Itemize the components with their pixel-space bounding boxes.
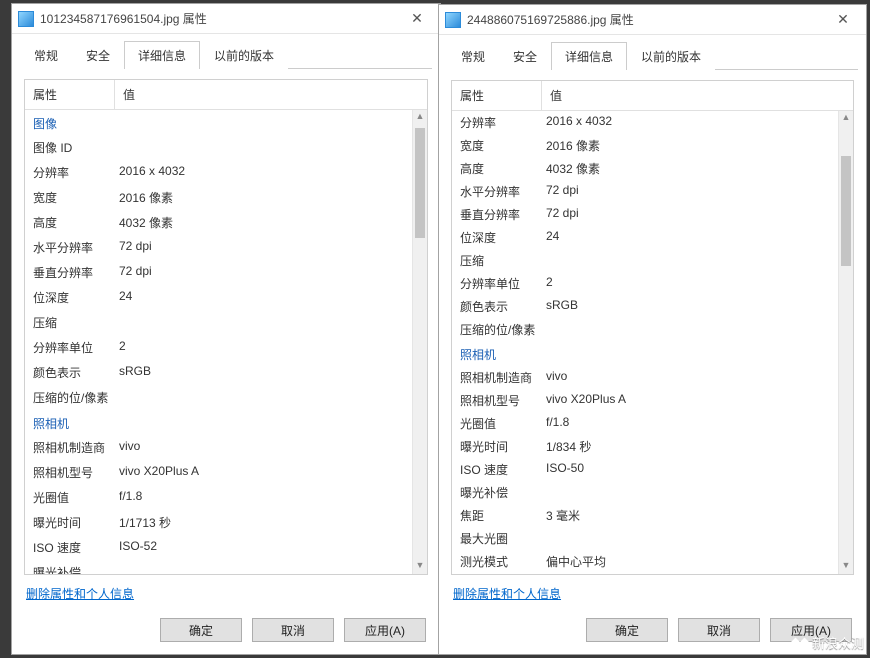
row-width[interactable]: 宽度2016 像素 (452, 134, 838, 157)
row-max-aperture[interactable]: 最大光圈 (452, 527, 838, 550)
row-camera-model[interactable]: 照相机型号vivo X20Plus A (25, 460, 412, 485)
remove-properties-row: 删除属性和个人信息 (451, 575, 854, 612)
remove-properties-link[interactable]: 删除属性和个人信息 (453, 587, 561, 601)
row-h-res[interactable]: 水平分辨率72 dpi (25, 235, 412, 260)
row-fstop[interactable]: 光圈值f/1.8 (452, 412, 838, 435)
row-bit-depth[interactable]: 位深度24 (452, 226, 838, 249)
row-resolution[interactable]: 分辨率2016 x 4032 (452, 111, 838, 134)
button-bar: 确定 取消 应用(A) (24, 612, 428, 646)
row-v-res[interactable]: 垂直分辨率72 dpi (25, 260, 412, 285)
tab-previous-versions[interactable]: 以前的版本 (200, 41, 288, 69)
row-image-id[interactable]: 图像 ID (25, 135, 412, 160)
row-height[interactable]: 高度4032 像素 (452, 157, 838, 180)
row-compressed-bits[interactable]: 压缩的位/像素 (452, 318, 838, 341)
row-color-rep[interactable]: 颜色表示sRGB (25, 360, 412, 385)
scroll-down-icon[interactable]: ▼ (839, 559, 853, 574)
grid-header: 属性 值 (25, 80, 427, 110)
tab-general[interactable]: 常规 (447, 42, 499, 70)
row-fstop[interactable]: 光圈值f/1.8 (25, 485, 412, 510)
remove-properties-row: 删除属性和个人信息 (24, 575, 428, 612)
scroll-thumb[interactable] (415, 128, 425, 238)
remove-properties-link[interactable]: 删除属性和个人信息 (26, 587, 134, 601)
row-bit-depth[interactable]: 位深度24 (25, 285, 412, 310)
tab-details[interactable]: 详细信息 (124, 41, 200, 69)
scroll-down-icon[interactable]: ▼ (413, 559, 427, 574)
tab-body: 属性 值 分辨率2016 x 4032 宽度2016 像素 高度4032 像素 … (439, 70, 866, 654)
titlebar[interactable]: 101234587176961504.jpg 属性 ✕ (12, 4, 440, 34)
row-iso[interactable]: ISO 速度ISO-52 (25, 535, 412, 560)
cancel-button[interactable]: 取消 (678, 618, 760, 642)
row-h-res[interactable]: 水平分辨率72 dpi (452, 180, 838, 203)
tab-previous-versions[interactable]: 以前的版本 (627, 42, 715, 70)
tab-body: 属性 值 图像 图像 ID 分辨率2016 x 4032 宽度2016 像素 高… (12, 69, 440, 654)
row-camera-model[interactable]: 照相机型号vivo X20Plus A (452, 389, 838, 412)
row-width[interactable]: 宽度2016 像素 (25, 185, 412, 210)
row-compressed-bits[interactable]: 压缩的位/像素 (25, 385, 412, 410)
properties-dialog-left: 101234587176961504.jpg 属性 ✕ 常规 安全 详细信息 以… (11, 3, 441, 655)
tab-details[interactable]: 详细信息 (551, 42, 627, 70)
header-property[interactable]: 属性 (25, 80, 115, 109)
details-grid: 属性 值 分辨率2016 x 4032 宽度2016 像素 高度4032 像素 … (451, 80, 854, 575)
close-button[interactable]: ✕ (400, 7, 434, 31)
file-icon (445, 12, 461, 28)
row-exposure-time[interactable]: 曝光时间1/1713 秒 (25, 510, 412, 535)
tab-security[interactable]: 安全 (72, 41, 124, 69)
row-compression[interactable]: 压缩 (25, 310, 412, 335)
row-focal-length[interactable]: 焦距3 毫米 (452, 504, 838, 527)
row-exposure-bias[interactable]: 曝光补偿 (452, 481, 838, 504)
cancel-button[interactable]: 取消 (252, 618, 334, 642)
window-title: 244886075169725886.jpg 属性 (467, 11, 826, 28)
apply-button[interactable]: 应用(A) (344, 618, 426, 642)
row-v-res[interactable]: 垂直分辨率72 dpi (452, 203, 838, 226)
tab-bar: 常规 安全 详细信息 以前的版本 (439, 35, 866, 70)
details-grid: 属性 值 图像 图像 ID 分辨率2016 x 4032 宽度2016 像素 高… (24, 79, 428, 575)
row-resolution[interactable]: 分辨率2016 x 4032 (25, 160, 412, 185)
grid-body: 分辨率2016 x 4032 宽度2016 像素 高度4032 像素 水平分辨率… (452, 111, 853, 574)
scrollbar[interactable]: ▲ ▼ (412, 110, 427, 574)
tab-bar: 常规 安全 详细信息 以前的版本 (12, 34, 440, 69)
apply-button[interactable]: 应用(A) (770, 618, 852, 642)
close-button[interactable]: ✕ (826, 8, 860, 32)
titlebar[interactable]: 244886075169725886.jpg 属性 ✕ (439, 5, 866, 35)
header-value[interactable]: 值 (115, 80, 427, 109)
scroll-up-icon[interactable]: ▲ (413, 110, 427, 125)
file-icon (18, 11, 34, 27)
section-camera: 照相机 (452, 341, 838, 366)
button-bar: 确定 取消 应用(A) (451, 612, 854, 646)
row-camera-maker[interactable]: 照相机制造商vivo (25, 435, 412, 460)
header-property[interactable]: 属性 (452, 81, 542, 110)
row-res-unit[interactable]: 分辨率单位2 (452, 272, 838, 295)
properties-dialog-right: 244886075169725886.jpg 属性 ✕ 常规 安全 详细信息 以… (438, 4, 867, 655)
scroll-thumb[interactable] (841, 156, 851, 266)
ok-button[interactable]: 确定 (586, 618, 668, 642)
window-title: 101234587176961504.jpg 属性 (40, 10, 400, 27)
grid-body: 图像 图像 ID 分辨率2016 x 4032 宽度2016 像素 高度4032… (25, 110, 427, 574)
section-image: 图像 (25, 110, 412, 135)
tab-security[interactable]: 安全 (499, 42, 551, 70)
grid-header: 属性 值 (452, 81, 853, 111)
row-iso[interactable]: ISO 速度ISO-50 (452, 458, 838, 481)
ok-button[interactable]: 确定 (160, 618, 242, 642)
row-exposure-time[interactable]: 曝光时间1/834 秒 (452, 435, 838, 458)
row-height[interactable]: 高度4032 像素 (25, 210, 412, 235)
scroll-up-icon[interactable]: ▲ (839, 111, 853, 126)
tab-general[interactable]: 常规 (20, 41, 72, 69)
header-value[interactable]: 值 (542, 81, 853, 110)
row-metering-mode[interactable]: 测光模式偏中心平均 (452, 550, 838, 573)
row-res-unit[interactable]: 分辨率单位2 (25, 335, 412, 360)
row-compression[interactable]: 压缩 (452, 249, 838, 272)
row-camera-maker[interactable]: 照相机制造商vivo (452, 366, 838, 389)
section-camera: 照相机 (25, 410, 412, 435)
row-color-rep[interactable]: 颜色表示sRGB (452, 295, 838, 318)
scrollbar[interactable]: ▲ ▼ (838, 111, 853, 574)
row-exposure-bias[interactable]: 曝光补偿 (25, 560, 412, 574)
